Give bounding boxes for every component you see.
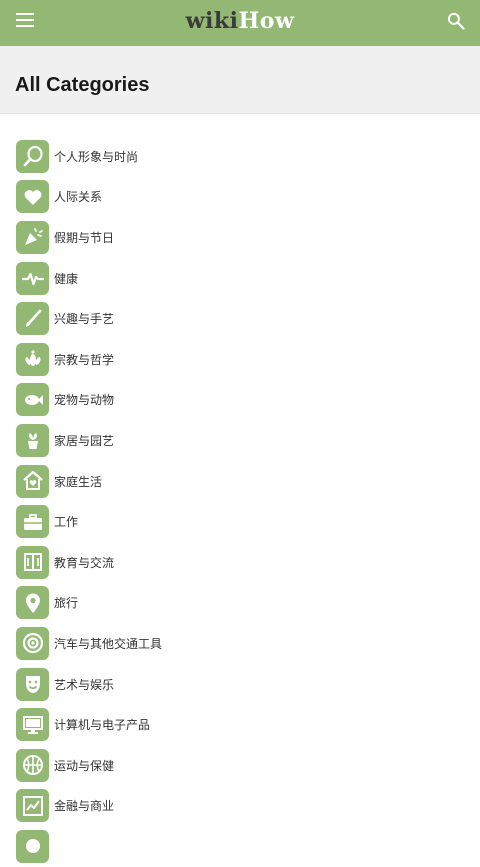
chart-icon <box>16 789 49 823</box>
wikihow-logo[interactable]: wikiHow <box>0 8 480 34</box>
category-item[interactable]: 兴趣与手艺 <box>0 298 480 339</box>
search-icon[interactable] <box>446 11 466 31</box>
category-item[interactable]: 假期与节日 <box>0 217 480 258</box>
plant-pot-icon <box>16 423 49 457</box>
home-heart-icon <box>16 464 49 498</box>
category-label: 工作 <box>54 515 79 530</box>
category-item[interactable]: 人际关系 <box>0 177 480 218</box>
category-label: 宠物与动物 <box>54 393 115 408</box>
category-label: 宗教与哲学 <box>54 352 115 367</box>
category-label: 家居与园艺 <box>54 433 115 448</box>
category-label: 家庭生活 <box>54 474 103 489</box>
party-icon <box>16 220 49 254</box>
category-label: 汽车与其他交通工具 <box>54 636 163 651</box>
category-label: 健康 <box>54 271 79 286</box>
basketball-icon <box>16 748 49 782</box>
steering-wheel-icon <box>16 626 49 660</box>
category-label: 教育与交流 <box>54 555 115 570</box>
category-item[interactable]: 艺术与娱乐 <box>0 664 480 705</box>
category-item[interactable]: 个人形象与时尚 <box>0 136 480 177</box>
logo-wiki: wiki <box>185 8 239 34</box>
category-label: 计算机与电子产品 <box>54 718 151 733</box>
category-item[interactable]: 家庭生活 <box>0 461 480 502</box>
lotus-icon <box>16 342 49 376</box>
category-label: 个人形象与时尚 <box>54 149 139 164</box>
category-label: 人际关系 <box>54 190 103 205</box>
category-icon <box>16 829 49 863</box>
category-item[interactable]: 健康 <box>0 258 480 299</box>
monitor-icon <box>16 708 49 742</box>
category-item[interactable]: 计算机与电子产品 <box>0 704 480 745</box>
heartbeat-icon <box>16 261 49 295</box>
category-label: 金融与商业 <box>54 799 115 814</box>
page-header: All Categories <box>0 46 480 114</box>
category-label: 艺术与娱乐 <box>54 677 115 692</box>
top-app-bar: wikiHow <box>0 0 480 46</box>
paintbrush-icon <box>16 302 49 336</box>
category-item[interactable]: 宗教与哲学 <box>0 339 480 380</box>
category-label: 旅行 <box>54 596 79 611</box>
category-item[interactable]: 工作 <box>0 501 480 542</box>
category-item[interactable]: 金融与商业 <box>0 786 480 827</box>
briefcase-icon <box>16 505 49 539</box>
category-label: 运动与保健 <box>54 758 115 773</box>
category-list: 个人形象与时尚 人际关系假期与节日健康兴趣与手艺宗教与哲学宠物与动物家居与园艺家庭… <box>0 136 480 867</box>
page-title: All Categories <box>15 74 150 96</box>
heart-icon <box>16 180 49 214</box>
category-item[interactable]: 汽车与其他交通工具 <box>0 623 480 664</box>
category-label: 假期与节日 <box>54 230 115 245</box>
fish-icon <box>16 383 49 417</box>
map-pin-icon <box>16 586 49 620</box>
category-item[interactable]: 运动与保健 <box>0 745 480 786</box>
category-item[interactable]: 宠物与动物 <box>0 380 480 421</box>
category-item[interactable] <box>0 826 480 867</box>
category-item[interactable]: 教育与交流 <box>0 542 480 583</box>
book-icon <box>16 545 49 579</box>
logo-how: How <box>238 8 295 34</box>
mirror-icon <box>16 139 49 173</box>
category-item[interactable]: 旅行 <box>0 583 480 624</box>
theater-mask-icon <box>16 667 49 701</box>
category-label: 兴趣与手艺 <box>54 312 115 327</box>
category-item[interactable]: 家居与园艺 <box>0 420 480 461</box>
